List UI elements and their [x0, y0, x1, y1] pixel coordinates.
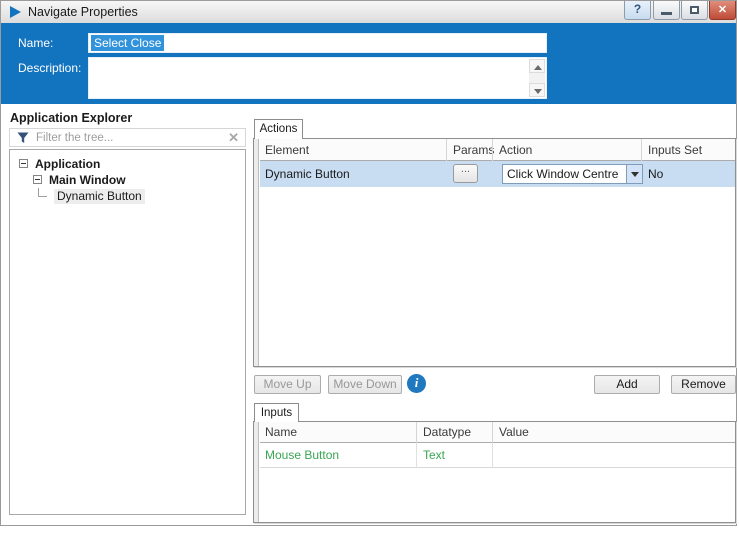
tree-filter-input[interactable]: Filter the tree... ✕ [9, 128, 246, 147]
tree-expander-icon[interactable] [33, 175, 42, 184]
cell-inputs-set: No [648, 161, 663, 187]
tab-inputs[interactable]: Inputs [254, 403, 299, 422]
cell-input-name: Mouse Button [265, 443, 339, 468]
name-input-selected-text: Select Close [91, 35, 164, 51]
filter-funnel-icon [17, 132, 29, 144]
row-header-strip [254, 139, 259, 366]
properties-header: Name: Select Close Description: [1, 23, 736, 104]
actions-row[interactable]: Dynamic Button ... Click Window Centre N… [260, 161, 735, 187]
inputs-row[interactable]: Mouse Button Text [260, 443, 735, 468]
move-down-button[interactable]: Move Down [328, 375, 402, 394]
close-icon: ✕ [718, 4, 727, 16]
filter-placeholder: Filter the tree... [36, 132, 113, 144]
row-header-strip [254, 422, 259, 522]
col-datatype: Datatype [423, 422, 471, 443]
cell-element: Dynamic Button [265, 161, 350, 187]
clear-filter-icon[interactable]: ✕ [228, 130, 239, 146]
actions-grid[interactable]: Element Params Action Inputs Set Dynamic… [253, 138, 736, 367]
description-scrollbar[interactable] [529, 59, 545, 97]
scroll-up-icon[interactable] [529, 59, 545, 73]
maximize-icon [690, 6, 699, 14]
action-dropdown-value: Click Window Centre [507, 165, 618, 183]
col-action: Action [499, 139, 532, 161]
tree-connector [38, 188, 47, 197]
cell-input-datatype: Text [423, 443, 445, 468]
tree-item-label: Application [35, 157, 100, 172]
remove-button[interactable]: Remove [671, 375, 736, 394]
tree-expander-icon[interactable] [19, 159, 28, 168]
close-button[interactable]: ✕ [709, 1, 736, 20]
action-dropdown[interactable]: Click Window Centre [502, 164, 643, 184]
navigate-properties-dialog: Navigate Properties ? ✕ Name: Select Clo… [0, 0, 737, 526]
params-button[interactable]: ... [453, 164, 478, 183]
col-inputs-set: Inputs Set [648, 139, 702, 161]
window-title: Navigate Properties [28, 5, 138, 19]
add-button[interactable]: Add [594, 375, 660, 394]
inputs-grid-header: Name Datatype Value [260, 422, 735, 443]
application-tree[interactable]: Application Main Window Dynamic Button [9, 149, 246, 515]
application-explorer-title: Application Explorer [10, 111, 132, 125]
scroll-down-icon[interactable] [529, 83, 545, 97]
actions-grid-header: Element Params Action Inputs Set [260, 139, 735, 161]
help-button[interactable]: ? [624, 1, 651, 20]
info-icon [407, 374, 426, 393]
description-textarea[interactable] [88, 57, 547, 99]
tab-actions[interactable]: Actions [254, 119, 303, 139]
tree-item-label: Main Window [49, 173, 126, 188]
col-element: Element [265, 139, 309, 161]
name-input[interactable]: Select Close [88, 33, 547, 53]
minimize-icon [661, 12, 672, 15]
maximize-button[interactable] [681, 1, 708, 20]
col-name: Name [265, 422, 297, 443]
col-value: Value [499, 422, 529, 443]
move-up-button[interactable]: Move Up [254, 375, 321, 394]
minimize-button[interactable] [653, 1, 680, 20]
inputs-grid[interactable]: Name Datatype Value Mouse Button Text [253, 421, 736, 523]
app-icon [10, 6, 21, 18]
name-label: Name: [18, 36, 53, 50]
dropdown-arrow-icon[interactable] [626, 165, 642, 183]
col-params: Params [453, 139, 494, 161]
description-label: Description: [18, 61, 81, 75]
tree-item-label: Dynamic Button [54, 189, 145, 204]
